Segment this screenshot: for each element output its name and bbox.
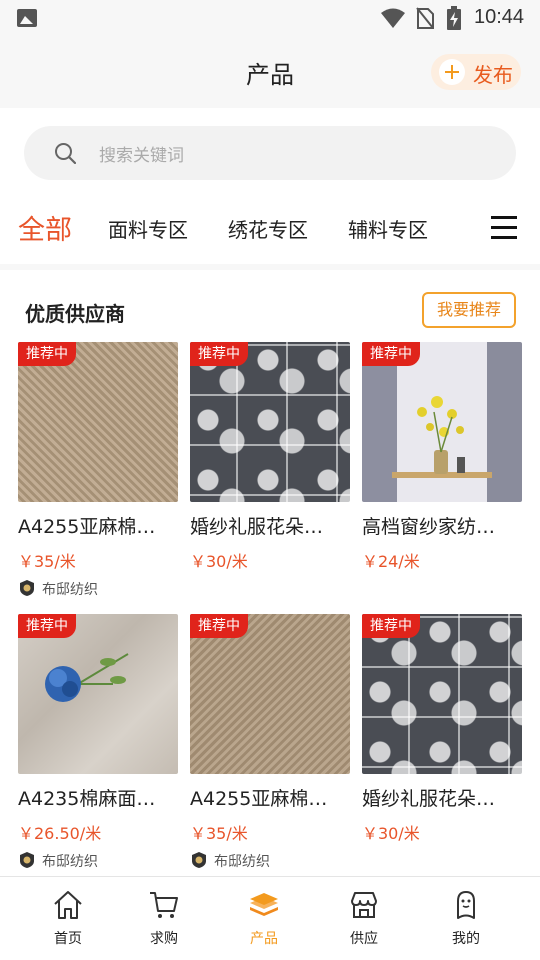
product-price: ￥35/米 (190, 824, 248, 843)
search-icon (55, 143, 76, 164)
recommend-badge: 推荐中 (362, 614, 420, 638)
recommend-badge: 推荐中 (18, 342, 76, 366)
product-card[interactable]: 推荐中 婚纱礼服花朵… ￥30/米 (362, 614, 522, 876)
product-image (190, 342, 350, 502)
nav-label: 首页 (54, 931, 82, 947)
supplier-logo-icon (192, 852, 206, 868)
nav-purchase[interactable]: 求购 (110, 877, 218, 960)
battery-charging-icon (447, 6, 461, 30)
search-input[interactable]: 搜索关键词 (24, 126, 516, 180)
tab-all[interactable]: 全部 (18, 208, 72, 247)
supplier-logo-icon (20, 580, 34, 596)
recommend-badge: 推荐中 (18, 614, 76, 638)
shop-icon (351, 892, 377, 918)
nav-label: 求购 (150, 931, 178, 947)
product-image (18, 342, 178, 502)
product-image (362, 342, 522, 502)
status-time: 10:44 (474, 6, 525, 28)
nav-home[interactable]: 首页 (14, 877, 122, 960)
supplier-name: 布邸纺织 (42, 854, 98, 870)
product-price: ￥35/米 (18, 552, 76, 571)
product-image (190, 614, 350, 774)
recommend-button[interactable]: 我要推荐 (422, 292, 516, 328)
status-bar: 10:44 (0, 0, 540, 36)
home-icon (54, 891, 82, 919)
nav-products[interactable]: 产品 (210, 877, 318, 960)
recommend-badge: 推荐中 (362, 342, 420, 366)
blue-flower-illustration (45, 653, 129, 702)
supplier-name: 布邸纺织 (214, 854, 270, 870)
cart-icon (150, 892, 178, 918)
nav-supply[interactable]: 供应 (310, 877, 418, 960)
product-card[interactable]: 推荐中 A4255亚麻棉… ￥35/米 布邸纺织 (190, 614, 350, 876)
top-app-bar: 产品 发布 (0, 36, 540, 108)
wifi-icon (381, 8, 405, 28)
product-card[interactable]: 推荐中 A4255亚麻棉… ￥35/米 布邸纺织 (18, 342, 178, 602)
recommend-badge: 推荐中 (190, 342, 248, 366)
publish-button[interactable]: 发布 (431, 54, 521, 90)
plus-icon (439, 59, 465, 85)
product-name: A4255亚麻棉… (18, 516, 156, 538)
tab-accessories[interactable]: 辅料专区 (348, 214, 428, 243)
product-card[interactable]: 推荐中 A4235棉麻面… ￥26.50/米 布邸纺织 (18, 614, 178, 876)
tab-fabric[interactable]: 面料专区 (108, 214, 188, 243)
product-card[interactable]: 推荐中 婚纱礼服花朵… ￥30/米 (190, 342, 350, 602)
tab-embroidery[interactable]: 绣花专区 (228, 214, 308, 243)
category-tabs: 全部 面料专区 绣花专区 辅料专区 (0, 200, 540, 256)
section-title: 优质供应商 (25, 302, 125, 326)
image-notification-icon (17, 9, 37, 27)
product-section: 优质供应商 我要推荐 推荐中 A4255亚麻棉… ￥35/米 布邸纺织 推荐中 … (0, 270, 540, 876)
search-and-categories: 搜索关键词 全部 面料专区 绣花专区 辅料专区 (0, 108, 540, 264)
product-image (362, 614, 522, 774)
user-icon (457, 891, 475, 919)
product-price: ￥24/米 (362, 552, 420, 571)
nav-label: 供应 (350, 931, 378, 947)
flower-vase-illustration (392, 396, 492, 478)
publish-label: 发布 (473, 63, 513, 87)
no-sim-icon (416, 7, 434, 29)
nav-mine[interactable]: 我的 (412, 877, 520, 960)
product-name: 婚纱礼服花朵… (190, 516, 324, 538)
nav-label: 产品 (250, 931, 278, 947)
recommend-badge: 推荐中 (190, 614, 248, 638)
nav-label: 我的 (452, 931, 480, 947)
menu-icon[interactable] (491, 216, 517, 240)
product-name: 高档窗纱家纺… (362, 516, 496, 538)
product-name: A4255亚麻棉… (190, 788, 328, 810)
product-price: ￥30/米 (362, 824, 420, 843)
product-price: ￥30/米 (190, 552, 248, 571)
product-card[interactable]: 推荐中 高档窗纱家纺… ￥24/米 (362, 342, 522, 602)
product-price: ￥26.50/米 (18, 824, 102, 843)
supplier-name: 布邸纺织 (42, 582, 98, 598)
product-image (18, 614, 178, 774)
search-placeholder: 搜索关键词 (99, 146, 184, 166)
product-name: A4235棉麻面… (18, 788, 156, 810)
bottom-navigation: 首页 求购 产品 供应 我的 (0, 876, 540, 960)
product-name: 婚纱礼服花朵… (362, 788, 496, 810)
supplier-logo-icon (20, 852, 34, 868)
layers-icon (250, 893, 278, 916)
